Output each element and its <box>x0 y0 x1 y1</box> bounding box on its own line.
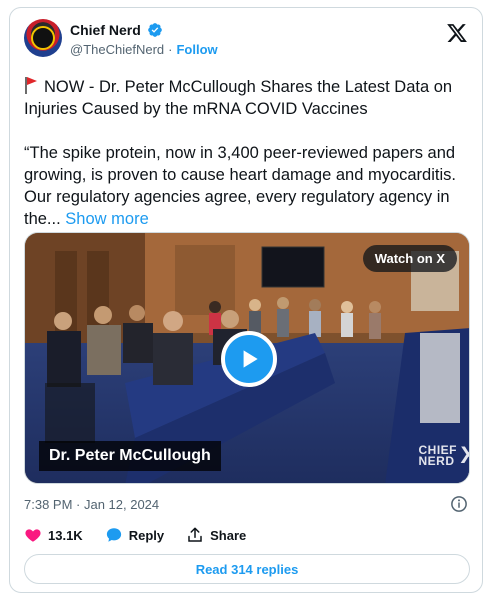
share-label: Share <box>210 527 247 543</box>
like-button[interactable]: 13.1K <box>24 526 83 544</box>
watermark-x: X <box>461 444 470 468</box>
video-player[interactable]: Watch on X Dr. Peter McCullough CHIEF NE… <box>24 232 470 484</box>
tweet-timestamp[interactable]: 7:38 PM · Jan 12, 2024 <box>24 497 159 512</box>
watermark-line-2: NERD <box>418 454 455 468</box>
share-button[interactable]: Share <box>186 526 246 544</box>
watch-on-x-button[interactable]: Watch on X <box>362 245 457 272</box>
channel-watermark: CHIEF NERD X <box>418 444 470 468</box>
follow-button[interactable]: Follow <box>176 42 217 57</box>
avatar[interactable] <box>24 19 62 57</box>
author-name[interactable]: Chief Nerd <box>70 22 141 38</box>
play-icon <box>243 350 258 368</box>
action-bar: 13.1K Reply Share <box>24 526 268 544</box>
red-flag-icon <box>25 77 37 94</box>
info-icon[interactable] <box>450 495 468 513</box>
show-more-link[interactable]: Show more <box>65 210 148 228</box>
separator-dot: · <box>168 42 173 57</box>
reply-label: Reply <box>128 527 165 543</box>
tweet-headline: NOW - Dr. Peter McCullough Shares the La… <box>24 78 457 118</box>
share-icon <box>188 527 202 542</box>
tweet-text: NOW - Dr. Peter McCullough Shares the La… <box>24 76 472 230</box>
handle-row: @TheChiefNerd · Follow <box>70 42 218 57</box>
verified-badge-icon <box>148 23 162 37</box>
avatar-emblem <box>31 26 55 50</box>
reply-button[interactable]: Reply <box>105 526 164 544</box>
read-replies-button[interactable]: Read 314 replies <box>24 554 470 584</box>
like-count: 13.1K <box>48 527 83 543</box>
video-caption: Dr. Peter McCullough <box>39 441 221 471</box>
reply-bubble-icon <box>106 528 121 542</box>
x-logo-icon[interactable] <box>446 22 468 44</box>
play-button[interactable] <box>221 331 277 387</box>
author-handle[interactable]: @TheChiefNerd <box>70 42 164 57</box>
tweet-card[interactable]: Chief Nerd @TheChiefNerd · Follow NOW - … <box>9 7 483 593</box>
heart-icon <box>25 529 41 542</box>
